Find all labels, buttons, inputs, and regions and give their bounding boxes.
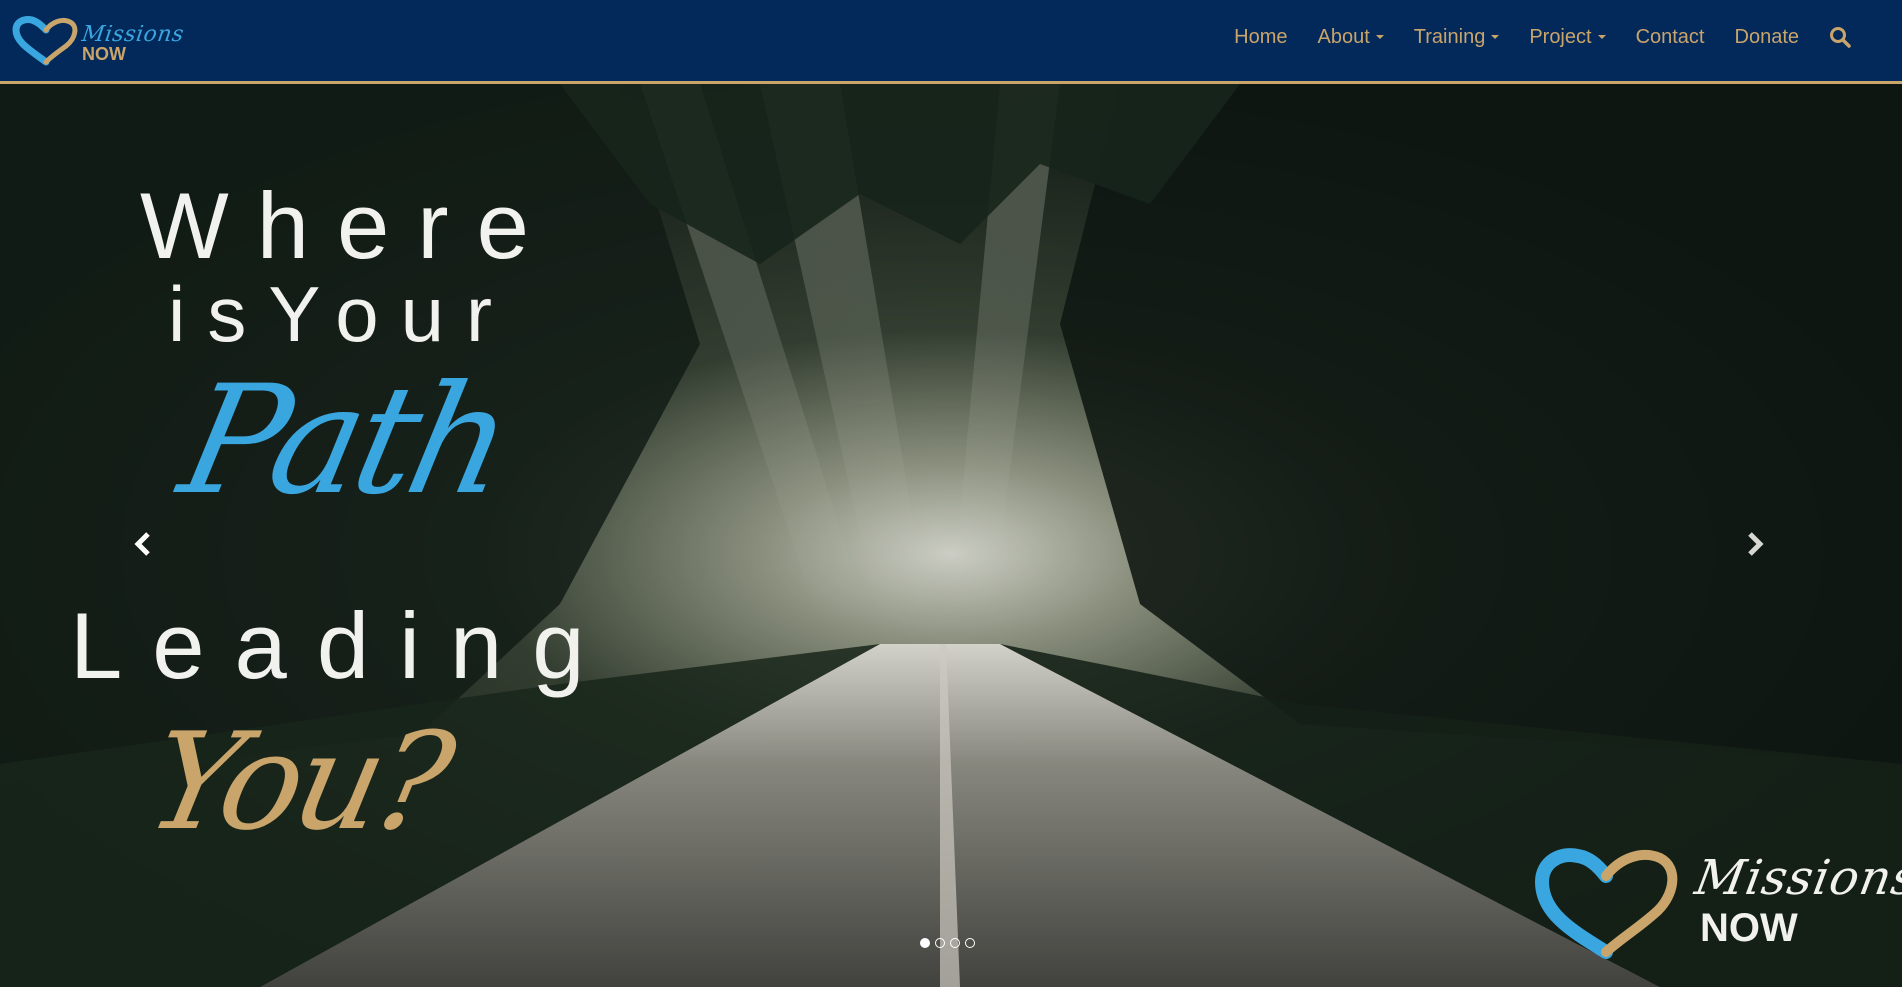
headline-path: Path xyxy=(167,354,522,528)
headline-is-your: isYour xyxy=(168,270,514,358)
logo-now-text: NOW xyxy=(1700,906,1798,950)
headline-you: You? xyxy=(135,704,461,860)
nav-item-training[interactable]: Training xyxy=(1399,26,1515,49)
search-icon[interactable] xyxy=(1814,26,1866,48)
carousel-indicator-3[interactable] xyxy=(950,938,960,948)
chevron-right-icon xyxy=(1748,532,1764,556)
nav-item-label: Project xyxy=(1529,25,1592,48)
chevron-left-icon xyxy=(134,532,150,556)
carousel-indicator-1[interactable] xyxy=(920,938,930,948)
nav-item-label: Training xyxy=(1413,25,1486,48)
carousel-next-button[interactable] xyxy=(1734,524,1774,564)
hero-headline: Where isYour Path Leading You? xyxy=(0,84,700,987)
carousel-indicator-2[interactable] xyxy=(935,938,945,948)
heart-logo-icon xyxy=(1534,848,1678,959)
brand-logo[interactable]: Missions NOW xyxy=(12,12,186,68)
main-nav: Home About Training Project Contact Dona… xyxy=(1219,0,1866,74)
heart-logo-icon xyxy=(12,16,78,66)
navbar: Missions NOW Home About Training Project… xyxy=(0,0,1902,84)
headline-leading: Leading xyxy=(70,593,615,698)
carousel-indicator-4[interactable] xyxy=(965,938,975,948)
nav-item-donate[interactable]: Donate xyxy=(1720,26,1815,49)
headline-where: Where xyxy=(140,173,557,278)
carousel-indicators xyxy=(920,938,975,948)
nav-item-project[interactable]: Project xyxy=(1514,26,1620,49)
nav-item-about[interactable]: About xyxy=(1303,26,1399,49)
logo-script-text: Missions xyxy=(1691,850,1902,906)
nav-item-contact[interactable]: Contact xyxy=(1621,26,1720,49)
carousel-prev-button[interactable] xyxy=(124,524,164,564)
nav-item-label: About xyxy=(1317,25,1370,48)
nav-item-label: Donate xyxy=(1734,25,1800,48)
brand-now-text: NOW xyxy=(82,44,126,64)
nav-item-label: Contact xyxy=(1635,25,1705,48)
caret-down-icon xyxy=(1375,35,1384,39)
caret-down-icon xyxy=(1597,35,1606,39)
hero-carousel: Where isYour Path Leading You? Missions … xyxy=(0,84,1902,987)
nav-item-home[interactable]: Home xyxy=(1219,26,1302,49)
caret-down-icon xyxy=(1491,35,1500,39)
nav-item-label: Home xyxy=(1234,25,1288,48)
hero-watermark-logo: Missions NOW xyxy=(1534,840,1902,960)
